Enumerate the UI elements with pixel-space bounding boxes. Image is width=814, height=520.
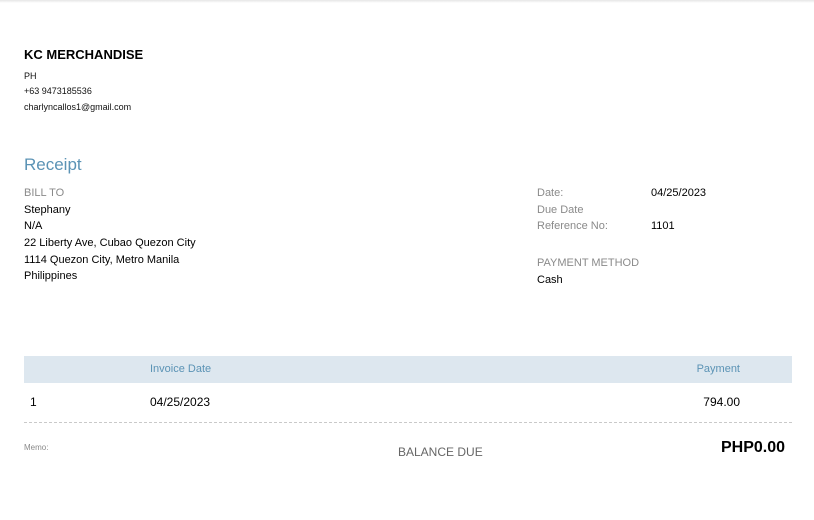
- balance-due-label: BALANCE DUE: [398, 445, 483, 459]
- due-date-label: Due Date: [537, 204, 584, 216]
- memo-label: Memo:: [24, 443, 49, 452]
- date-label: Date:: [537, 187, 564, 199]
- bill-to-line: Stephany: [24, 204, 71, 216]
- bill-to-line: 1114 Quezon City, Metro Manila: [24, 254, 180, 266]
- row-index: 1: [30, 395, 37, 409]
- payment-method-value: Cash: [537, 274, 563, 286]
- bill-to-line: N/A: [24, 220, 43, 232]
- receipt-page: KC MERCHANDISE PH +63 9473185536 charlyn…: [0, 0, 814, 520]
- company-country: PH: [24, 71, 37, 81]
- column-header-payment: Payment: [696, 363, 740, 375]
- bill-to-line: 22 Liberty Ave, Cubao Quezon City: [24, 237, 196, 249]
- bill-to-label: BILL TO: [24, 187, 65, 199]
- document-title: Receipt: [24, 155, 82, 174]
- top-edge-shadow: [0, 0, 814, 3]
- row-payment: 794.00: [703, 395, 740, 409]
- company-email: charlyncallos1@gmail.com: [24, 102, 132, 112]
- divider: [24, 422, 792, 423]
- column-header-invoice-date: Invoice Date: [150, 363, 212, 375]
- company-phone: +63 9473185536: [24, 86, 92, 96]
- reference-value: 1101: [651, 220, 675, 232]
- bill-to-line: Philippines: [24, 270, 78, 282]
- table-header: Invoice Date Payment: [24, 356, 792, 383]
- company-name: KC MERCHANDISE: [24, 47, 144, 62]
- date-value: 04/25/2023: [651, 187, 707, 199]
- reference-label: Reference No:: [537, 220, 608, 232]
- row-invoice-date: 04/25/2023: [150, 395, 211, 409]
- payment-method-label: PAYMENT METHOD: [537, 257, 640, 269]
- balance-due-amount: PHP0.00: [721, 439, 786, 456]
